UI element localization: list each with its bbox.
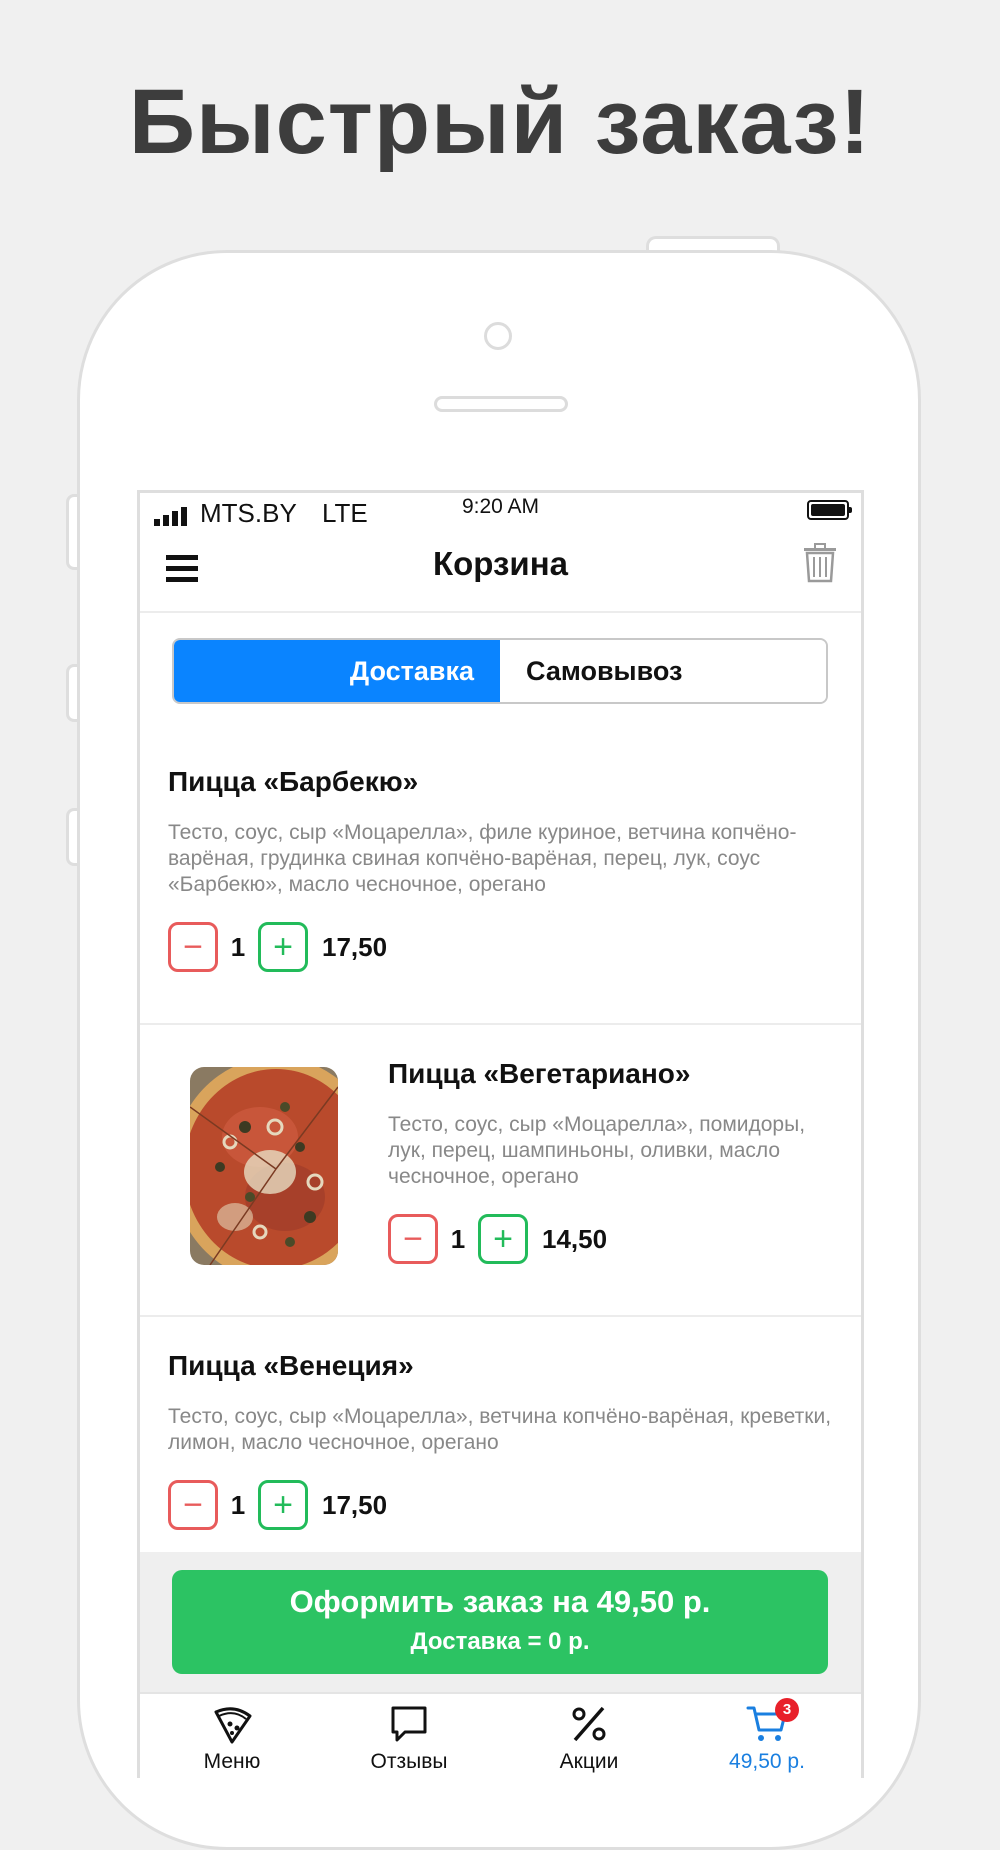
phone-camera [484,322,512,350]
tab-reviews[interactable]: Отзывы [349,1702,469,1774]
tab-delivery[interactable]: Доставка [174,640,500,702]
item-price: 17,50 [322,931,388,962]
battery-icon [807,500,852,520]
increase-button[interactable]: + [258,1480,308,1530]
headline: Быстрый заказ! [128,71,872,173]
nav-bar: Корзина [140,531,861,613]
item-description: Тесто, соус, сыр «Моцарелла», помидоры, … [388,1113,806,1188]
quantity-value: 1 [450,1223,466,1254]
item-title: Пицца «Барбекю» [168,766,419,797]
page-title: Корзина [433,545,568,582]
percent-icon [572,1706,606,1742]
cart-count-badge: 3 [775,1698,799,1722]
tab-pickup[interactable]: Самовывоз [500,640,826,702]
tab-label: Меню [203,1750,261,1773]
item-price: 14,50 [542,1223,608,1254]
phone-speaker [434,396,568,412]
item-title: Пицца «Вегетариано» [388,1058,691,1089]
quantity-value: 1 [230,931,246,962]
decrease-button[interactable]: − [388,1214,438,1264]
tab-menu[interactable]: Меню [172,1702,292,1774]
divider [140,1315,861,1317]
quantity-stepper: − 1 + 17,50 [168,1480,387,1530]
tab-promotions[interactable]: Акции [529,1702,649,1774]
pizza-image [190,1067,338,1265]
quantity-stepper: − 1 + 14,50 [388,1214,607,1264]
tab-label: Отзывы [370,1750,448,1773]
cart-total-label: 49,50 р. [729,1750,805,1773]
delivery-segment: Доставка Самовывоз [172,638,828,704]
pizza-slice-icon [214,1707,252,1744]
increase-button[interactable]: + [478,1214,528,1264]
tab-cart[interactable]: 3 49,50 р. [707,1698,827,1774]
app-screen: MTS.BY LTE 9:20 AM Корзина Доставка Само… [137,490,864,1778]
item-title: Пицца «Венеция» [168,1350,414,1381]
decrease-button[interactable]: − [168,1480,218,1530]
tab-label: Акции [559,1750,619,1773]
tab-bar: Меню Отзывы Акции 3 49,50 р. [140,1692,861,1778]
status-time: 9:20 AM [461,495,540,518]
delivery-cost-label: Доставка = 0 р. [410,1628,590,1655]
item-description: Тесто, соус, сыр «Моцарелла», ветчина ко… [168,1405,832,1454]
status-bar: MTS.BY LTE 9:20 AM [140,493,861,531]
checkout-area: Оформить заказ на 49,50 р. Доставка = 0 … [140,1552,861,1692]
item-price: 17,50 [322,1489,388,1520]
decrease-button[interactable]: − [168,922,218,972]
divider [140,1023,861,1025]
item-description: Тесто, соус, сыр «Моцарелла», филе курин… [168,821,797,896]
checkout-button[interactable]: Оформить заказ на 49,50 р. Доставка = 0 … [172,1570,828,1674]
trash-icon[interactable] [803,543,837,583]
quantity-stepper: − 1 + 17,50 [168,922,387,972]
quantity-value: 1 [230,1489,246,1520]
chat-bubble-icon [391,1706,427,1742]
checkout-label: Оформить заказ на 49,50 р. [289,1584,711,1619]
increase-button[interactable]: + [258,922,308,972]
